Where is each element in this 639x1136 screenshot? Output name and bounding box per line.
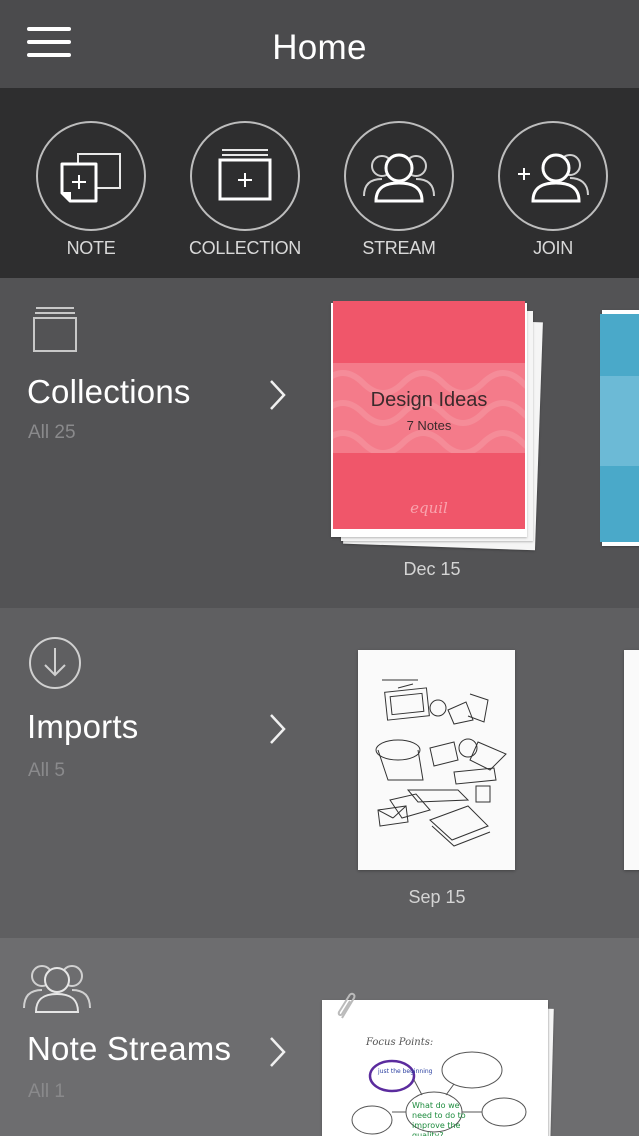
collection-card[interactable]: Design Ideas 7 Notes equil xyxy=(331,301,543,551)
sketch-drawing xyxy=(375,679,507,847)
people-group-icon xyxy=(23,965,91,1013)
collection-stack-icon xyxy=(33,307,77,352)
svg-text:Focus Points:: Focus Points: xyxy=(365,1037,433,1048)
note-stream-card[interactable]: Focus Points: just the beginning What do… xyxy=(320,992,560,1136)
svg-text:need to do to: need to do to xyxy=(412,1111,466,1120)
imports-count: All 5 xyxy=(28,760,65,781)
imports-section: Imports All 5 Sep 15 xyxy=(0,608,639,938)
chevron-right-icon[interactable] xyxy=(262,1032,292,1072)
quick-actions-bar: NOTE COLLECTION STREAM JOIN xyxy=(0,88,639,278)
join-button[interactable]: JOIN xyxy=(478,121,628,271)
svg-text:What do we: What do we xyxy=(412,1101,460,1110)
collection-card-subtitle: 7 Notes xyxy=(406,418,452,433)
join-action-label: JOIN xyxy=(533,238,573,258)
collection-action-label: COLLECTION xyxy=(188,238,302,258)
new-note-button[interactable]: NOTE xyxy=(16,121,166,271)
import-card-date: Sep 15 xyxy=(408,887,466,907)
top-bar: Home xyxy=(0,0,639,88)
note-streams-section: Note Streams All 1 Focus Points: just th… xyxy=(0,938,639,1136)
collection-card-title: Design Ideas xyxy=(370,389,488,411)
collection-card-date: Dec 15 xyxy=(403,559,461,579)
collection-cover: Design Ideas 7 Notes equil xyxy=(333,301,525,529)
note-streams-title[interactable]: Note Streams xyxy=(27,1030,231,1068)
paperclip-icon xyxy=(337,992,356,1019)
new-collection-button[interactable]: COLLECTION xyxy=(170,121,320,271)
import-sketch-card[interactable] xyxy=(358,650,515,870)
download-circle-icon xyxy=(29,637,81,689)
stream-action-label: STREAM xyxy=(362,238,436,258)
note-streams-count: All 1 xyxy=(28,1081,65,1102)
note-action-label: NOTE xyxy=(66,238,116,258)
svg-text:just the beginning: just the beginning xyxy=(377,1068,433,1075)
collections-count: All 25 xyxy=(28,422,76,443)
svg-text:quality?: quality? xyxy=(412,1131,444,1136)
import-card-peek[interactable] xyxy=(624,650,639,870)
svg-text:improve the: improve the xyxy=(412,1121,461,1130)
collection-card-peek[interactable] xyxy=(598,306,639,546)
collections-section: Collections All 25 Design Ideas 7 Notes … xyxy=(0,278,639,608)
imports-title[interactable]: Imports xyxy=(27,708,138,746)
brand-logo: equil xyxy=(410,499,448,517)
stream-people-icon xyxy=(363,153,435,203)
page-title: Home xyxy=(272,28,367,67)
add-note-icon xyxy=(60,153,121,203)
collections-title[interactable]: Collections xyxy=(27,373,191,411)
join-person-icon xyxy=(518,153,589,203)
add-collection-icon xyxy=(218,149,272,201)
new-stream-button[interactable]: STREAM xyxy=(324,121,474,271)
chevron-right-icon[interactable] xyxy=(262,709,292,749)
chevron-right-icon[interactable] xyxy=(262,375,292,415)
